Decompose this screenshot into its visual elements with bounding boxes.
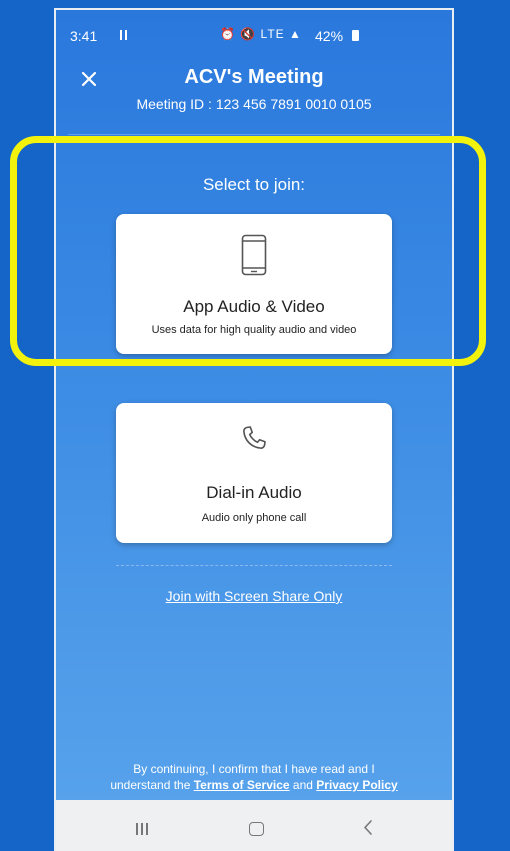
header-divider	[68, 134, 440, 135]
option-title: Dial-in Audio	[206, 483, 302, 502]
recent-apps-icon	[136, 823, 138, 835]
phone-screen: 3:41 ⏰ 🔇 LTE ▲ 42% ACV's Meeting Meeting…	[54, 8, 454, 851]
recent-apps-button[interactable]	[114, 800, 174, 851]
option-subtitle: Audio only phone call	[201, 512, 307, 524]
option-subtitle: Uses data for high quality audio and vid…	[151, 324, 357, 336]
status-time: 3:41	[70, 28, 98, 44]
terms-line1: By continuing, I confirm that I have rea…	[133, 762, 375, 776]
home-icon	[249, 822, 264, 836]
select-to-join-label: Select to join:	[202, 175, 306, 194]
battery-icon	[352, 30, 359, 41]
meeting-title: ACV's Meeting	[184, 66, 324, 88]
phone-icon	[239, 423, 269, 453]
app-audio-video-option[interactable]: App Audio & Video Uses data for high qua…	[116, 214, 392, 354]
terms-line2-prefix: understand the	[110, 778, 191, 792]
battery-percent: 42%	[315, 28, 344, 44]
home-button[interactable]	[226, 800, 286, 851]
privacy-policy-link[interactable]: Privacy Policy	[316, 778, 397, 792]
pause-icon	[120, 30, 128, 40]
option-title: App Audio & Video	[183, 297, 325, 316]
section-divider	[116, 565, 392, 566]
terms-of-service-link[interactable]: Terms of Service	[194, 778, 290, 792]
smartphone-icon	[241, 234, 267, 276]
screen-share-only-link[interactable]: Join with Screen Share Only	[56, 588, 452, 604]
meeting-id: Meeting ID : 123 456 7891 0010 0105	[136, 96, 372, 112]
android-nav-bar	[56, 800, 452, 851]
recent-apps-icon-bar	[141, 823, 143, 835]
terms-notice: By continuing, I confirm that I have rea…	[86, 761, 422, 793]
back-button[interactable]	[338, 800, 398, 851]
recent-apps-icon-bar	[146, 823, 148, 835]
dial-in-audio-option[interactable]: Dial-in Audio Audio only phone call	[116, 403, 392, 543]
back-chevron-icon	[364, 820, 372, 835]
terms-and: and	[292, 778, 313, 792]
status-icons: ⏰ 🔇 LTE ▲	[220, 27, 302, 41]
status-bar: 3:41 ⏰ 🔇 LTE ▲ 42%	[70, 26, 438, 46]
